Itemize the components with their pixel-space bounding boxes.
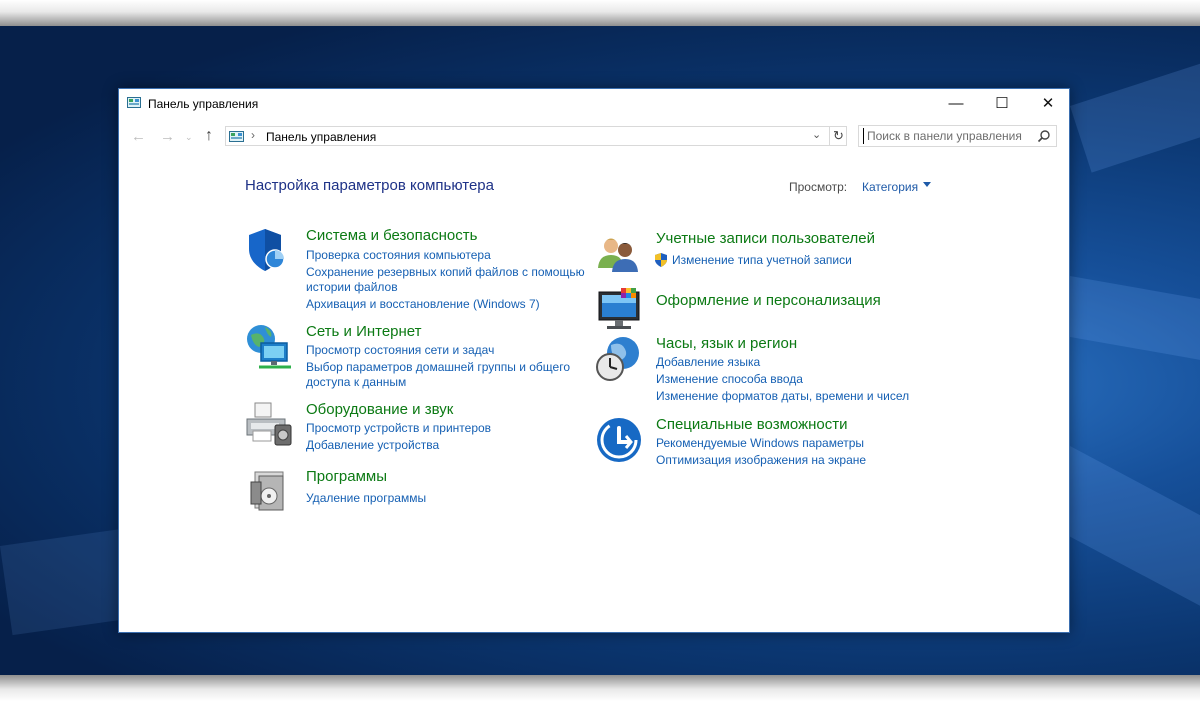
view-by-label: Просмотр: xyxy=(789,180,848,194)
window-title: Панель управления xyxy=(148,97,259,111)
category-title[interactable]: Система и безопасность xyxy=(306,227,477,244)
search-icon[interactable] xyxy=(1037,129,1051,143)
up-button[interactable]: ↑ xyxy=(205,127,213,145)
category-title[interactable]: Специальные возможности xyxy=(656,416,848,433)
link-check-computer-status[interactable]: Проверка состояния компьютера xyxy=(306,248,491,263)
link-uninstall-program[interactable]: Удаление программы xyxy=(306,491,426,506)
link-network-status[interactable]: Просмотр состояния сети и задач xyxy=(306,343,494,358)
color-palette-grid xyxy=(621,288,636,298)
search-box[interactable] xyxy=(858,125,1057,147)
category-title[interactable]: Оформление и персонализация xyxy=(656,292,881,309)
address-dropdown-button[interactable]: ⌄ xyxy=(812,128,821,141)
users-icon[interactable] xyxy=(595,230,643,278)
frame-top xyxy=(0,0,1200,26)
category-title[interactable]: Учетные записи пользователей xyxy=(656,230,875,247)
programs-disc-icon[interactable] xyxy=(245,468,293,516)
monitor-palette-icon[interactable] xyxy=(595,286,643,334)
breadcrumb-separator-icon: › xyxy=(251,128,255,142)
frame-bottom xyxy=(0,675,1200,701)
title-bar[interactable]: Панель управления — ☐ ✕ xyxy=(119,89,1069,119)
dropdown-caret-icon[interactable] xyxy=(923,182,931,187)
globe-clock-icon[interactable] xyxy=(595,335,643,383)
recent-locations-button[interactable]: ⌄ xyxy=(185,132,193,143)
link-optimize-display[interactable]: Оптимизация изображения на экране xyxy=(656,453,866,468)
forward-button[interactable]: → xyxy=(160,128,175,145)
network-globe-icon[interactable] xyxy=(245,323,293,371)
wallpaper-light-beam xyxy=(1059,276,1200,381)
view-by-dropdown[interactable]: Категория xyxy=(862,180,918,194)
category-title[interactable]: Оборудование и звук xyxy=(306,401,453,418)
link-change-date-time-formats[interactable]: Изменение форматов даты, времени и чисел xyxy=(656,389,909,404)
category-title[interactable]: Часы, язык и регион xyxy=(656,335,797,352)
printer-icon[interactable] xyxy=(245,401,293,449)
link-file-history-backup[interactable]: Сохранение резервных копий файлов с помо… xyxy=(306,265,585,280)
shield-icon[interactable] xyxy=(245,227,293,275)
address-bar[interactable]: › Панель управления ⌄ ↻ xyxy=(225,126,847,146)
link-homegroup-sharing-cont[interactable]: доступа к данным xyxy=(306,375,406,390)
breadcrumb-control-panel[interactable]: Панель управления xyxy=(266,130,376,144)
maximize-button[interactable]: ☐ xyxy=(979,89,1025,119)
wallpaper-light-beam xyxy=(1070,26,1200,173)
category-title[interactable]: Сеть и Интернет xyxy=(306,323,422,340)
link-homegroup-sharing[interactable]: Выбор параметров домашней группы и общег… xyxy=(306,360,570,375)
control-panel-icon xyxy=(127,97,141,108)
control-panel-icon xyxy=(229,131,244,142)
accessibility-icon[interactable] xyxy=(595,416,643,464)
link-file-history-backup-cont[interactable]: истории файлов xyxy=(306,280,398,295)
refresh-button[interactable]: ↻ xyxy=(829,127,847,145)
link-recommended-settings[interactable]: Рекомендуемые Windows параметры xyxy=(656,436,864,451)
link-add-language[interactable]: Добавление языка xyxy=(656,355,760,370)
page-title: Настройка параметров компьютера xyxy=(245,177,494,194)
uac-shield-icon xyxy=(655,253,667,267)
navigation-bar: ← → ⌄ ↑ › Панель управления ⌄ ↻ xyxy=(119,124,1069,150)
search-input[interactable] xyxy=(863,128,1035,144)
category-title[interactable]: Программы xyxy=(306,468,387,485)
link-change-account-type[interactable]: Изменение типа учетной записи xyxy=(672,253,852,268)
back-button[interactable]: ← xyxy=(131,128,146,145)
link-change-input-method[interactable]: Изменение способа ввода xyxy=(656,372,803,387)
minimize-button[interactable]: — xyxy=(933,89,979,119)
control-panel-window: Панель управления — ☐ ✕ ← → ⌄ ↑ › Панель… xyxy=(118,88,1070,633)
link-devices-printers[interactable]: Просмотр устройств и принтеров xyxy=(306,421,491,436)
link-add-device[interactable]: Добавление устройства xyxy=(306,438,439,453)
link-backup-restore-win7[interactable]: Архивация и восстановление (Windows 7) xyxy=(306,297,540,312)
close-button[interactable]: ✕ xyxy=(1025,89,1071,119)
